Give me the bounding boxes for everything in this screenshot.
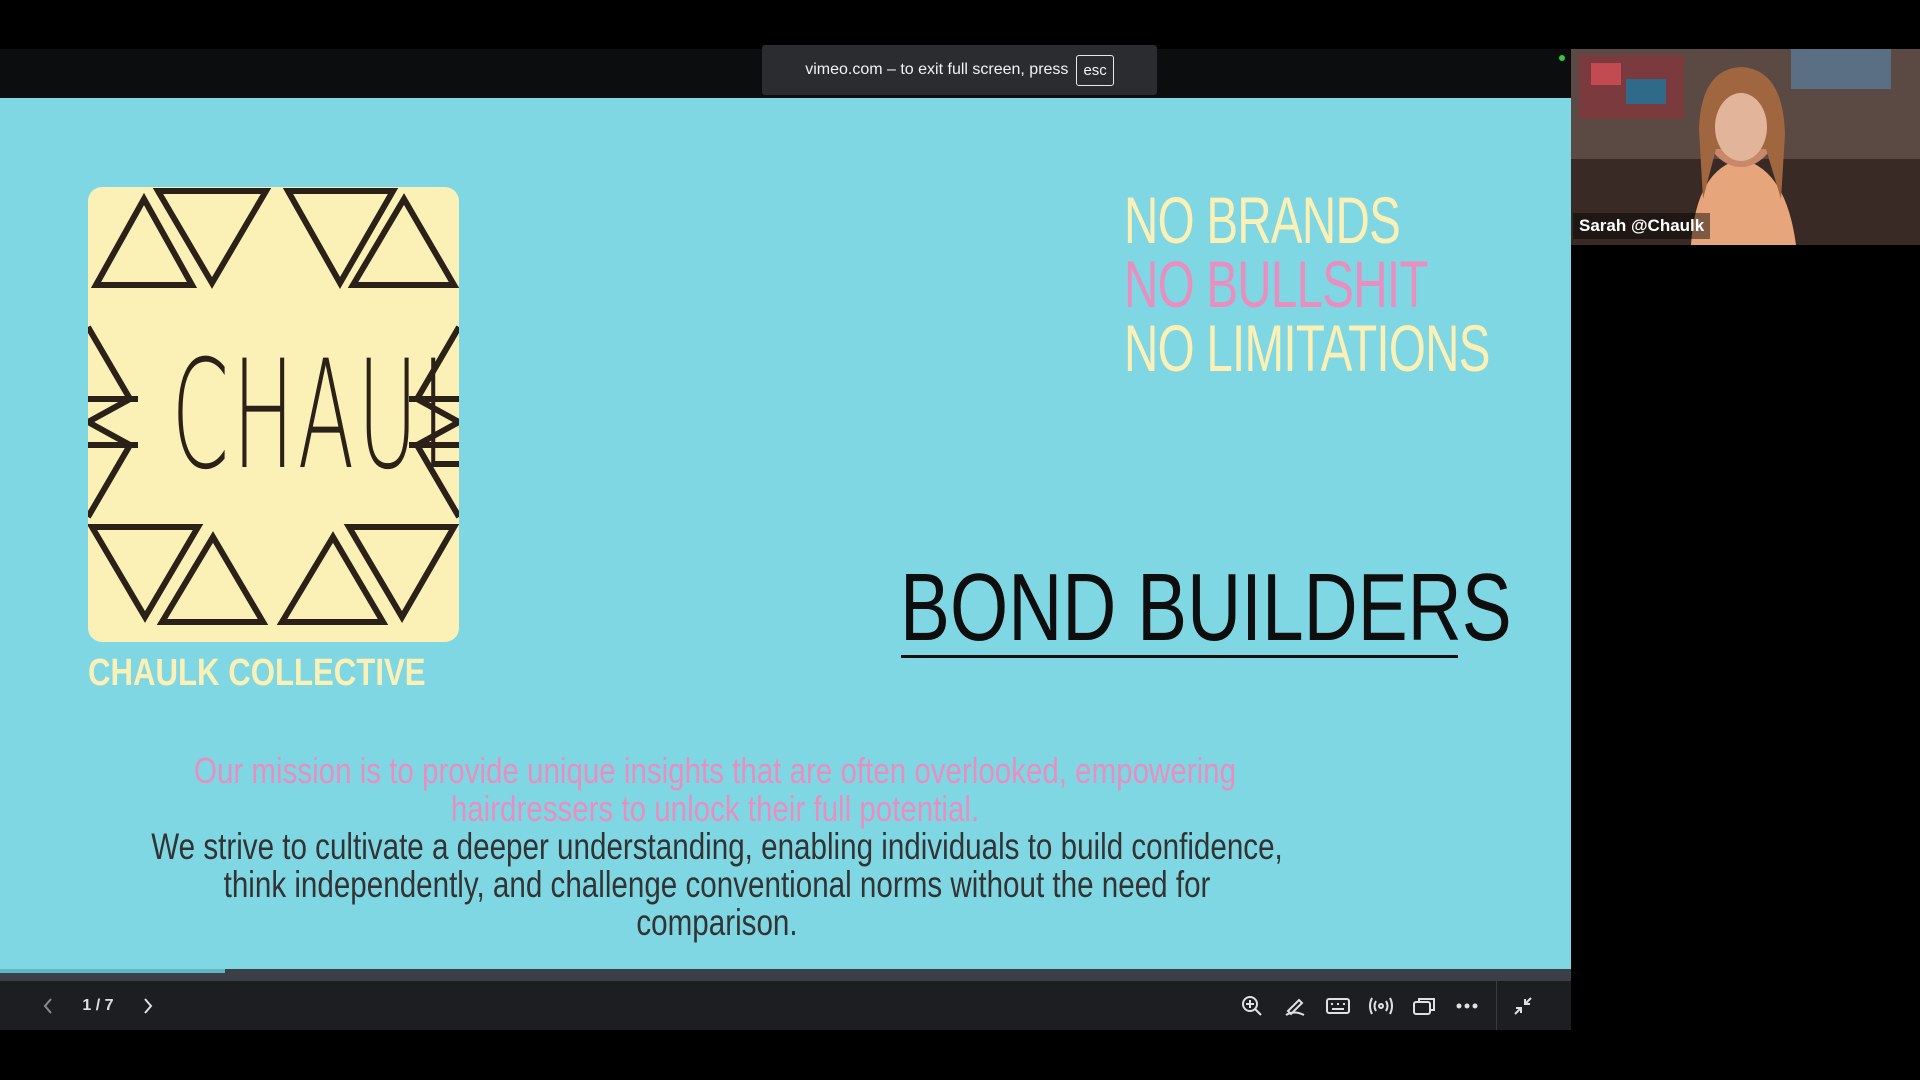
tagline-line-1: NO BRANDS [1124, 183, 1401, 257]
chevron-left-icon[interactable] [30, 981, 66, 1030]
presentation-controls: 1 / 7 [0, 981, 1571, 1030]
chevron-right-icon[interactable] [130, 981, 166, 1030]
brand-name: CHAULK COLLECTIVE [88, 652, 426, 694]
esc-key-badge: esc [1076, 54, 1114, 86]
slide-progress-bar[interactable] [0, 969, 1571, 981]
heading-underline [901, 655, 1458, 658]
window-icon[interactable] [1404, 981, 1444, 1030]
tagline: NO BRANDS NO BULLSHIT NO LIMITATIONS [1124, 183, 1490, 385]
zoom-in-icon[interactable] [1232, 981, 1272, 1030]
mission-text: Our mission is to provide unique insight… [194, 750, 1236, 829]
pen-icon[interactable] [1275, 981, 1315, 1030]
slide-heading: BOND BUILDERS [900, 554, 1512, 661]
presentation-slide: CHAULK CHAULK COLLECTIVE NO BRANDS NO BU… [0, 98, 1571, 970]
keyboard-icon[interactable] [1318, 981, 1358, 1030]
participant-name: Sarah @Chaulk [1573, 213, 1711, 239]
more-icon[interactable] [1447, 981, 1487, 1030]
slide-counter: 1 / 7 [82, 996, 114, 1014]
fullscreen-banner: vimeo.com – to exit full screen, press e… [762, 45, 1157, 95]
recording-indicator [1559, 55, 1565, 61]
slide-progress-fill [0, 969, 225, 973]
logo-wordmark: CHAULK [171, 329, 459, 503]
fullscreen-banner-text: vimeo.com – to exit full screen, press [805, 61, 1069, 78]
controls-separator [1496, 981, 1497, 1030]
broadcast-icon[interactable] [1361, 981, 1401, 1030]
webcam-video: Sarah @Chaulk [1571, 49, 1920, 245]
chaulk-logo: CHAULK [88, 187, 459, 642]
strive-text: We strive to cultivate a deeper understa… [151, 826, 1283, 943]
minimize-icon[interactable] [1503, 981, 1543, 1030]
tagline-line-3: NO LIMITATIONS [1124, 311, 1490, 385]
tagline-line-2: NO BULLSHIT [1124, 247, 1428, 321]
